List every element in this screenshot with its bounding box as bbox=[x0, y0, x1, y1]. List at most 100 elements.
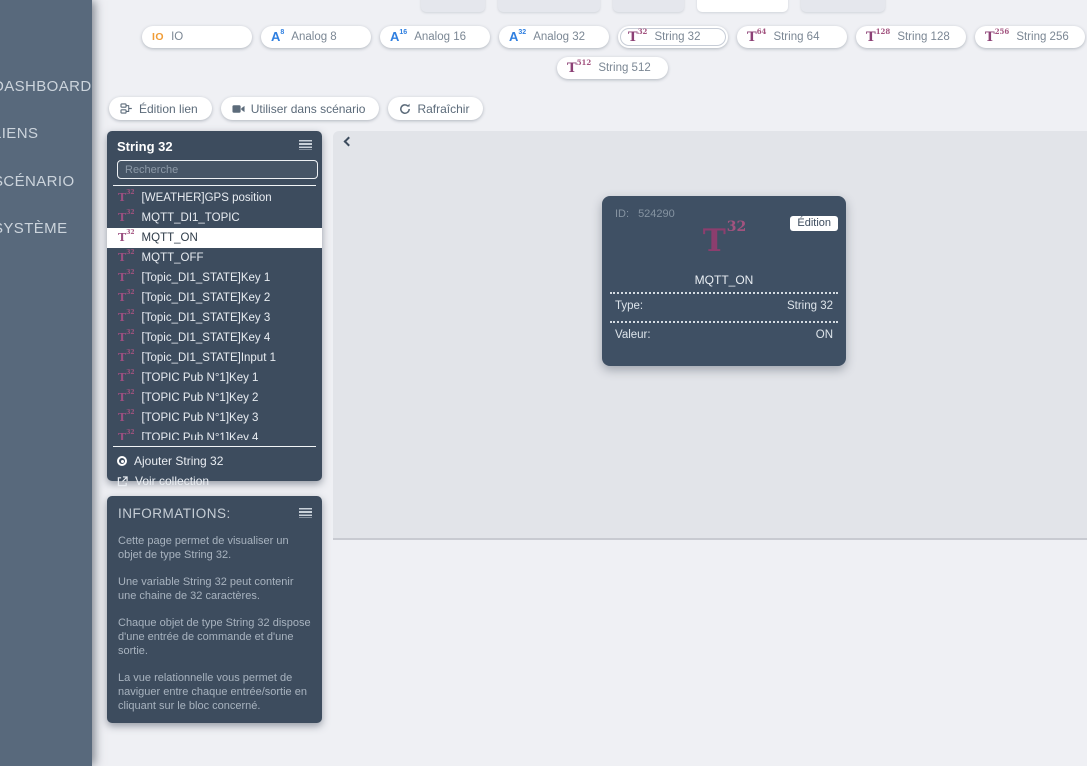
id-value: 524290 bbox=[638, 208, 675, 220]
string-icon: T32 bbox=[118, 312, 135, 324]
type-pill-io[interactable]: IO IO bbox=[142, 26, 252, 48]
link-edit-icon bbox=[120, 103, 133, 114]
analog-icon: A16 bbox=[390, 30, 407, 45]
refresh-label: Rafraîchir bbox=[417, 102, 469, 116]
type-pill-string64[interactable]: T64 String 64 bbox=[737, 26, 847, 48]
tab-modules[interactable]: MODULES bbox=[801, 0, 885, 12]
edit-link-button[interactable]: Édition lien bbox=[109, 97, 212, 120]
chevron-left-icon[interactable] bbox=[342, 136, 354, 148]
list-panel-title: String 32 bbox=[117, 139, 312, 154]
list-item[interactable]: T32 [TOPIC Pub N°1]Key 3 bbox=[107, 408, 322, 428]
use-in-scenario-label: Utiliser dans scénario bbox=[251, 102, 366, 116]
menu-icon[interactable] bbox=[299, 140, 312, 150]
string-icon: T32 bbox=[118, 192, 135, 204]
type-pill-analog32[interactable]: A32 Analog 32 bbox=[499, 26, 609, 48]
type-pill-label: Analog 8 bbox=[291, 31, 336, 43]
type-pill-string256[interactable]: T256 String 256 bbox=[975, 26, 1085, 48]
info-paragraph: La vue relationnelle vous permet de navi… bbox=[118, 671, 311, 713]
string-icon: T32 bbox=[118, 232, 135, 244]
refresh-icon bbox=[399, 103, 411, 115]
add-string32-button[interactable]: Ajouter String 32 bbox=[107, 451, 322, 471]
tab-variables[interactable]: VARIABLES bbox=[697, 0, 788, 12]
refresh-button[interactable]: Rafraîchir bbox=[388, 97, 483, 120]
sidebar: DASHBOARD LIENS SCÉNARIO SYSTÈME bbox=[0, 0, 92, 766]
toolbar: Édition lien Utiliser dans scénario Rafr… bbox=[109, 97, 483, 120]
list-item-label: MQTT_ON bbox=[142, 232, 198, 244]
dotted-separator bbox=[610, 292, 838, 294]
string-icon: T128 bbox=[866, 30, 890, 44]
list-item[interactable]: T32 [Topic_DI1_STATE]Key 4 bbox=[107, 328, 322, 348]
list-item-label: [WEATHER]GPS position bbox=[142, 192, 272, 204]
type-pill-label: String 128 bbox=[897, 31, 949, 43]
app-root: IPX800 EXTENSIONS OBJETS VARIABLES MODUL… bbox=[0, 0, 1087, 766]
string32-list-panel: String 32 T32 [WEATHER]GPS position T32 … bbox=[107, 131, 322, 481]
main-tabs: IPX800 EXTENSIONS OBJETS VARIABLES MODUL… bbox=[421, 0, 885, 12]
list-item[interactable]: T32 [TOPIC Pub N°1]Key 4 bbox=[107, 428, 322, 440]
string-icon: T32 bbox=[118, 252, 135, 264]
type-pill-string32[interactable]: T32 String 32 bbox=[618, 26, 728, 48]
list-item-label: [TOPIC Pub N°1]Key 2 bbox=[142, 392, 259, 404]
list-item-selected[interactable]: T32 MQTT_ON bbox=[107, 228, 322, 248]
variable-id: ID: 524290 bbox=[615, 208, 675, 220]
string-icon: T32 bbox=[118, 272, 135, 284]
string-icon: T32 bbox=[118, 212, 135, 224]
sidebar-item-dashboard[interactable]: DASHBOARD bbox=[0, 78, 92, 95]
add-string32-label: Ajouter String 32 bbox=[134, 454, 223, 468]
sidebar-item-liens[interactable]: LIENS bbox=[0, 125, 38, 142]
string-icon: T32 bbox=[118, 432, 135, 440]
tab-ipx800[interactable]: IPX800 bbox=[421, 0, 485, 12]
tab-extensions[interactable]: EXTENSIONS bbox=[498, 0, 600, 12]
use-in-scenario-button[interactable]: Utiliser dans scénario bbox=[221, 97, 380, 120]
list-panel-footer: Ajouter String 32 Voir collection bbox=[107, 451, 322, 491]
type-pill-string128[interactable]: T128 String 128 bbox=[856, 26, 966, 48]
sidebar-item-scenario[interactable]: SCÉNARIO bbox=[0, 173, 75, 190]
type-pill-label: String 256 bbox=[1016, 31, 1068, 43]
list-item[interactable]: T32 MQTT_OFF bbox=[107, 248, 322, 268]
value-value: ON bbox=[816, 329, 833, 341]
type-value: String 32 bbox=[787, 300, 833, 312]
tab-objets[interactable]: OBJETS bbox=[613, 0, 684, 12]
search-input[interactable] bbox=[117, 160, 318, 179]
string-icon: T32 bbox=[118, 392, 135, 404]
analog-icon: A8 bbox=[271, 30, 284, 45]
list-item[interactable]: T32 [WEATHER]GPS position bbox=[107, 188, 322, 208]
view-collection-label: Voir collection bbox=[135, 474, 209, 488]
list-item[interactable]: T32 [TOPIC Pub N°1]Key 1 bbox=[107, 368, 322, 388]
list-item[interactable]: T32 [Topic_DI1_STATE]Key 2 bbox=[107, 288, 322, 308]
list-item-label: [Topic_DI1_STATE]Input 1 bbox=[142, 352, 276, 364]
string-icon: T32 bbox=[118, 332, 135, 344]
view-collection-button[interactable]: Voir collection bbox=[107, 471, 322, 491]
type-pill-string512[interactable]: T512 String 512 bbox=[557, 57, 668, 79]
list-item[interactable]: T32 [TOPIC Pub N°1]Key 2 bbox=[107, 388, 322, 408]
list-item[interactable]: T32 [Topic_DI1_STATE]Key 3 bbox=[107, 308, 322, 328]
list-item-label: MQTT_DI1_TOPIC bbox=[142, 212, 240, 224]
info-paragraph: Une variable String 32 peut contenir une… bbox=[118, 575, 311, 603]
divider bbox=[113, 185, 316, 186]
variable-detail-card: ID:524290 Édition T32 MQTT_ON Type: Stri… bbox=[602, 196, 846, 366]
list-item-label: [TOPIC Pub N°1]Key 3 bbox=[142, 412, 259, 424]
string-icon: T32 bbox=[118, 292, 135, 304]
add-circle-icon bbox=[117, 456, 127, 466]
external-link-icon bbox=[117, 476, 128, 487]
string-icon: T32 bbox=[118, 372, 135, 384]
type-pill-analog8[interactable]: A8 Analog 8 bbox=[261, 26, 371, 48]
string-icon: T32 bbox=[602, 226, 846, 257]
menu-icon[interactable] bbox=[299, 508, 312, 518]
string-icon: T32 bbox=[628, 30, 647, 44]
list-item[interactable]: T32 MQTT_DI1_TOPIC bbox=[107, 208, 322, 228]
variable-type-row: IO IO A8 Analog 8 A16 Analog 16 A32 Anal… bbox=[142, 26, 1085, 48]
id-label: ID: bbox=[615, 208, 629, 220]
sidebar-item-systeme[interactable]: SYSTÈME bbox=[0, 220, 67, 237]
string-icon: T256 bbox=[985, 30, 1009, 44]
string-icon: T512 bbox=[567, 61, 591, 75]
type-pill-analog16[interactable]: A16 Analog 16 bbox=[380, 26, 490, 48]
list-item[interactable]: T32 [Topic_DI1_STATE]Input 1 bbox=[107, 348, 322, 368]
list-item-label: MQTT_OFF bbox=[142, 252, 204, 264]
camera-icon bbox=[232, 104, 245, 114]
list-item-label: [Topic_DI1_STATE]Key 1 bbox=[142, 272, 271, 284]
type-pill-label: String 32 bbox=[654, 31, 700, 43]
list-item-label: [Topic_DI1_STATE]Key 3 bbox=[142, 312, 271, 324]
list-panel-header: String 32 bbox=[107, 131, 322, 179]
value-row: Valeur: ON bbox=[615, 329, 833, 341]
list-item[interactable]: T32 [Topic_DI1_STATE]Key 1 bbox=[107, 268, 322, 288]
